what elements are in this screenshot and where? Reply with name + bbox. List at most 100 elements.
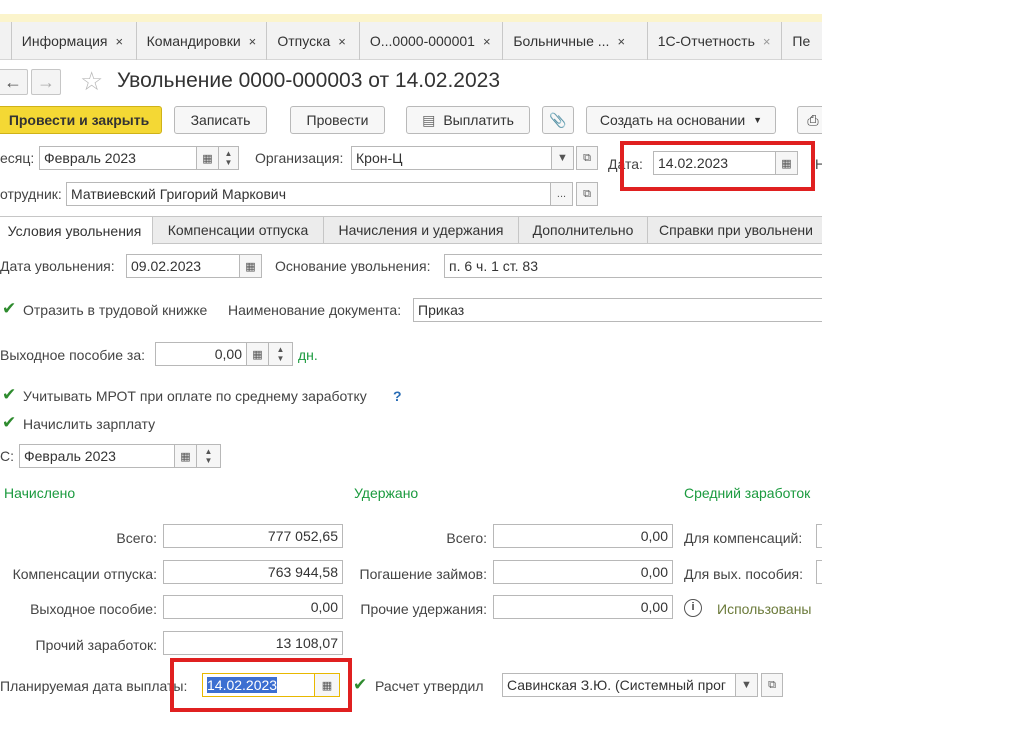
tab-additional[interactable]: Дополнительно — [518, 216, 648, 244]
employee-select-button[interactable]: ... — [551, 182, 573, 206]
tab-dismissal-certificates[interactable]: Справки при увольнени — [647, 216, 822, 244]
organization-dropdown-button[interactable]: ▼ — [552, 146, 574, 170]
create-based-on-button[interactable]: Создать на основании ▼ — [586, 106, 776, 134]
tab-document[interactable]: О...0000-000001 × — [360, 22, 504, 60]
close-icon[interactable]: × — [483, 34, 491, 49]
withheld-title: Удержано — [354, 485, 419, 501]
help-icon[interactable]: ? — [393, 388, 402, 404]
favorite-star-icon[interactable]: ☆ — [80, 66, 103, 96]
tab-business-trips[interactable]: Командировки × — [137, 22, 268, 60]
organization-field[interactable]: Крон-Ц — [351, 146, 552, 170]
open-window-icon: ⧉ — [768, 678, 776, 691]
close-icon[interactable]: × — [116, 34, 124, 49]
vacation-compensation-label: Компенсации отпуска: — [12, 566, 157, 582]
other-earnings-value: 13 108,07 — [163, 631, 343, 655]
average-for-compensation-value — [816, 524, 822, 548]
tab-dismissal-conditions[interactable]: Условия увольнения — [0, 216, 153, 245]
period-stepper[interactable]: ▲ ▼ — [197, 444, 221, 468]
month-label: есяц: — [0, 150, 35, 166]
post-and-close-button[interactable]: Провести и закрыть — [0, 106, 162, 134]
forward-button[interactable]: → — [31, 69, 61, 95]
approved-by-open-button[interactable]: ⧉ — [761, 673, 783, 697]
close-icon[interactable]: × — [617, 34, 625, 49]
calculator-icon: ▦ — [252, 348, 263, 361]
approved-checkbox[interactable]: ✔ — [353, 676, 367, 694]
loan-repayment-value: 0,00 — [493, 560, 673, 584]
approved-label: Расчет утвердил — [375, 678, 484, 694]
dismissal-date-calendar-button[interactable]: ▦ — [240, 254, 262, 278]
tab-vacations[interactable]: Отпуска × — [267, 22, 360, 60]
average-for-severance-label: Для вых. пособия: — [684, 566, 804, 582]
back-button[interactable]: ← — [0, 69, 28, 95]
calendar-icon: ▦ — [245, 260, 256, 273]
close-icon[interactable]: × — [763, 34, 771, 49]
tab-accruals-deductions[interactable]: Начисления и удержания — [323, 216, 519, 244]
month-stepper[interactable]: ▲ ▼ — [219, 146, 239, 170]
workbook-checkbox[interactable]: ✔ — [2, 300, 16, 318]
caret-down-icon: ▼ — [753, 115, 763, 125]
printer-icon: ⎙ — [807, 111, 819, 128]
chevron-down-icon: ▼ — [224, 158, 233, 167]
tab-label: О...0000-000001 — [369, 33, 475, 49]
month-field[interactable]: Февраль 2023 — [39, 146, 197, 170]
tab-next[interactable]: Пе — [782, 22, 822, 60]
save-button[interactable]: Записать — [174, 106, 267, 134]
open-window-icon: ⧉ — [583, 187, 591, 200]
mrot-checkbox[interactable]: ✔ — [2, 386, 16, 404]
highlight-box-date — [620, 141, 815, 191]
tab-vacation-compensation[interactable]: Компенсации отпуска — [152, 216, 324, 244]
calendar-icon: ▦ — [202, 152, 213, 165]
accrued-total-value: 777 052,65 — [163, 524, 343, 548]
chevron-up-icon: ▲ — [204, 447, 213, 456]
tab-label: Командировки — [146, 33, 241, 49]
chevron-up-icon: ▲ — [276, 345, 285, 354]
document-name-field[interactable]: Приказ — [413, 298, 822, 322]
severance-stepper[interactable]: ▲ ▼ — [269, 342, 293, 366]
attach-button[interactable]: 📎 — [542, 106, 574, 134]
open-window-icon: ⧉ — [583, 151, 591, 164]
period-calendar-button[interactable]: ▦ — [175, 444, 197, 468]
chevron-up-icon: ▲ — [224, 149, 233, 158]
arrow-left-icon: ← — [4, 71, 22, 92]
period-from-field[interactable]: Февраль 2023 — [19, 444, 175, 468]
organization-label: Организация: — [255, 150, 344, 166]
tab-reporting[interactable]: 1С-Отчетность × — [648, 22, 783, 60]
approved-by-field[interactable]: Савинская З.Ю. (Системный прог — [502, 673, 736, 697]
tab-sick-leaves[interactable]: Больничные ... × — [503, 22, 648, 60]
arrow-right-icon: → — [37, 71, 55, 92]
info-icon[interactable]: i — [684, 599, 702, 617]
caret-down-icon: ▼ — [741, 679, 752, 691]
open-tabs: Информация × Командировки × Отпуска × О...0… — [0, 22, 822, 60]
employee-field[interactable]: Матвиевский Григорий Маркович — [66, 182, 551, 206]
pay-button[interactable]: ▤ Выплатить — [406, 106, 530, 134]
average-earnings-title: Средний заработок — [684, 485, 811, 501]
dismissal-date-field[interactable]: 09.02.2023 — [126, 254, 240, 278]
accrued-title: Начислено — [4, 485, 76, 501]
other-deductions-label: Прочие удержания: — [360, 601, 487, 617]
dismissal-reason-label: Основание увольнения: — [275, 258, 431, 274]
month-calendar-button[interactable]: ▦ — [197, 146, 219, 170]
dismissal-reason-field[interactable]: п. 6 ч. 1 ст. 83 — [444, 254, 822, 278]
average-for-severance-value — [816, 560, 822, 584]
used-link[interactable]: Использованы — [717, 601, 812, 617]
post-button[interactable]: Провести — [290, 106, 385, 134]
print-button[interactable]: ⎙ — [797, 106, 822, 134]
top-bar — [0, 14, 822, 22]
tab-stub[interactable] — [0, 22, 12, 60]
employee-label: отрудник: — [0, 186, 62, 202]
organization-open-button[interactable]: ⧉ — [576, 146, 598, 170]
tab-info[interactable]: Информация × — [12, 22, 137, 60]
employee-open-button[interactable]: ⧉ — [576, 182, 598, 206]
salary-label: Начислить зарплату — [23, 416, 156, 432]
severance-days-field[interactable]: 0,00 — [155, 342, 247, 366]
other-deductions-value: 0,00 — [493, 595, 673, 619]
close-icon[interactable]: × — [249, 34, 257, 49]
vacation-compensation-value: 763 944,58 — [163, 560, 343, 584]
close-icon[interactable]: × — [338, 34, 346, 49]
approved-by-dropdown-button[interactable]: ▼ — [736, 673, 758, 697]
salary-checkbox[interactable]: ✔ — [2, 414, 16, 432]
severance-calculator-button[interactable]: ▦ — [247, 342, 269, 366]
other-earnings-label: Прочий заработок: — [35, 637, 157, 653]
accrued-total-label: Всего: — [116, 530, 157, 546]
withheld-total-value: 0,00 — [493, 524, 673, 548]
